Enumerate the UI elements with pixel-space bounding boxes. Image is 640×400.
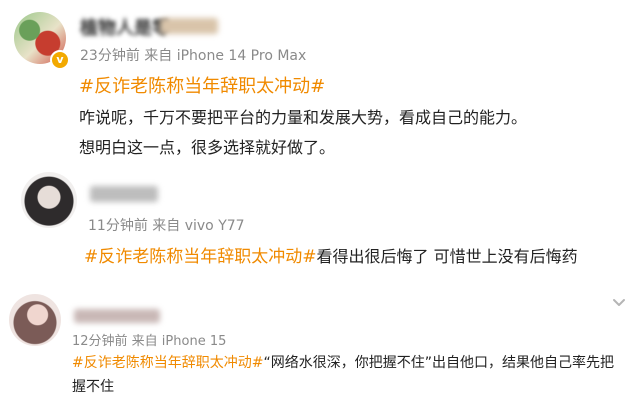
topic-link[interactable]: #反诈老陈称当年辞职太冲动#: [79, 72, 325, 98]
comment-1: v 植物人是零 23分钟前 来自 iPhone 14 Pro Max #反诈老陈…: [0, 0, 640, 160]
topic-link[interactable]: #反诈老陈称当年辞职太冲动#: [84, 247, 317, 267]
username[interactable]: [74, 309, 160, 323]
comment-text: #反诈老陈称当年辞职太冲动#看得出很后悔了 可惜世上没有后悔药: [84, 242, 578, 267]
comment-text-line-1: 咋说呢，千万不要把平台的力量和发展大势，看成自己的能力。: [79, 108, 528, 127]
username-extra-blur: [160, 18, 218, 34]
chevron-down-icon[interactable]: [612, 294, 626, 308]
username[interactable]: [90, 186, 158, 202]
comment-text: #反诈老陈称当年辞职太冲动#“网络水很深，你把握不住”出自他口，结果他自己率先把: [72, 352, 614, 372]
avatar[interactable]: [9, 294, 61, 346]
comment-text-line-2: 握不住: [72, 379, 114, 395]
comment-meta: 11分钟前 来自 vivo Y77: [88, 218, 245, 234]
comment-2: 11分钟前 来自 vivo Y77 #反诈老陈称当年辞职太冲动#看得出很后悔了 …: [0, 165, 640, 275]
username[interactable]: 植物人是零: [80, 14, 170, 40]
avatar[interactable]: [21, 172, 77, 228]
comment-meta: 23分钟前 来自 iPhone 14 Pro Max: [80, 48, 307, 64]
comment-meta: 12分钟前 来自 iPhone 15: [72, 334, 227, 349]
comment-text-line-2: 想明白这一点，很多选择就好做了。: [79, 138, 336, 157]
comment-body: “网络水很深，你把握不住”出自他口，结果他自己率先把: [263, 355, 614, 371]
topic-link[interactable]: #反诈老陈称当年辞职太冲动#: [72, 355, 263, 371]
comment-3: 12分钟前 来自 iPhone 15 #反诈老陈称当年辞职太冲动#“网络水很深，…: [0, 290, 640, 400]
verified-v-icon: v: [50, 50, 70, 70]
comment-body: 看得出很后悔了 可惜世上没有后悔药: [316, 247, 578, 266]
